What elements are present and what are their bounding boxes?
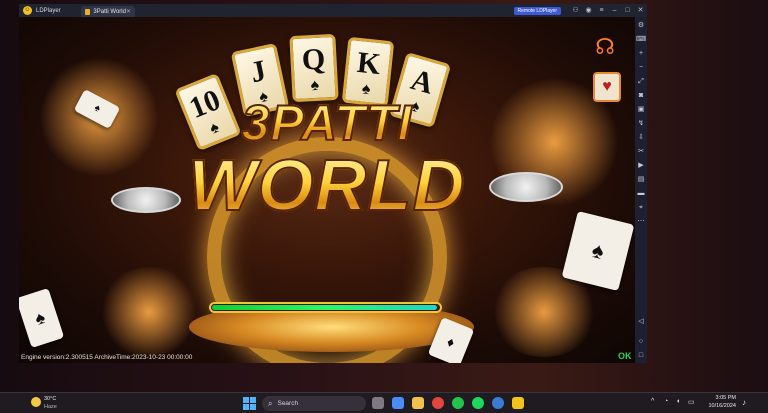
engine-version-text: Engine version:2.300515 ArchiveTime:2023… xyxy=(21,354,193,361)
search-icon: ⌕ xyxy=(268,398,273,408)
user-icon[interactable]: ◉ xyxy=(582,4,595,17)
logo-world: WORLD xyxy=(19,145,635,227)
playing-card-q: Q ♠ xyxy=(289,33,339,103)
light-glow xyxy=(99,267,199,357)
settings-icon[interactable]: ⚙ xyxy=(635,19,647,33)
location-icon[interactable]: ⌖ xyxy=(635,201,647,215)
windows-taskbar: 30°C Haze ⌕ Search ^ ◔ ◖ ▭ 3:05 PM 10/16… xyxy=(0,392,768,413)
ldplayer-logo-icon: ☺ xyxy=(23,6,32,15)
minimize-icon[interactable]: – xyxy=(608,4,621,17)
ok-status-text: OK xyxy=(618,351,632,361)
title-bar: ☺ LDPlayer 3Patti World ✕ Remote LDPlaye… xyxy=(19,4,647,17)
windows-start-icon[interactable] xyxy=(243,397,256,410)
recent-apps-icon[interactable]: □ xyxy=(635,349,647,363)
operation-record-icon[interactable]: ▣ xyxy=(635,103,647,117)
clock-time[interactable]: 3:05 PM xyxy=(706,395,736,401)
game-tab-icon xyxy=(85,8,91,15)
battery-icon[interactable]: ▭ xyxy=(688,398,695,406)
browser-icon[interactable] xyxy=(492,397,504,409)
ldplayer-taskbar-icon[interactable] xyxy=(512,397,524,409)
emulator-sidebar: ⚙ ⌨ + − ⤢ ◙ ▣ ↯ ⇩ ✂ ▶ ▤ ▬ ⌖ ⋯ ◁ ○ □ xyxy=(635,17,647,363)
weather-temperature[interactable]: 30°C xyxy=(44,396,56,402)
loading-progress-fill xyxy=(212,305,437,310)
chevron-up-icon[interactable]: ^ xyxy=(651,398,654,405)
record-video-icon[interactable]: ▶ xyxy=(635,159,647,173)
shake-icon[interactable]: ↯ xyxy=(635,117,647,131)
scissors-icon[interactable]: ✂ xyxy=(635,145,647,159)
whatsapp-icon[interactable] xyxy=(452,397,464,409)
back-icon[interactable]: ◁ xyxy=(635,315,647,329)
chrome-icon[interactable] xyxy=(432,397,444,409)
weather-description[interactable]: Haze xyxy=(44,404,57,410)
volume-icon[interactable]: ◖ xyxy=(676,398,680,405)
tab-close-icon[interactable]: ✕ xyxy=(126,8,131,15)
loading-progress-bar xyxy=(209,302,442,313)
cards-game-icon[interactable]: ♥ xyxy=(593,72,621,102)
floating-card-spade: ♠ xyxy=(19,288,65,348)
tab-3patti-world[interactable]: 3Patti World ✕ xyxy=(81,6,135,17)
file-explorer-icon[interactable] xyxy=(412,397,424,409)
tab-label: 3Patti World xyxy=(93,8,126,15)
spotify-icon[interactable] xyxy=(472,397,484,409)
maximize-icon[interactable]: □ xyxy=(621,4,634,17)
copilot-icon[interactable] xyxy=(392,397,404,409)
taskbar-search-box[interactable]: ⌕ Search xyxy=(262,396,366,411)
weather-sun-icon[interactable] xyxy=(31,397,41,407)
gamepad-icon[interactable]: ⚇ xyxy=(569,4,582,17)
emulator-window: ☺ LDPlayer 3Patti World ✕ Remote LDPlaye… xyxy=(19,4,647,363)
install-apk-icon[interactable]: ⇩ xyxy=(635,131,647,145)
app-name: LDPlayer xyxy=(36,7,61,14)
volume-down-icon[interactable]: − xyxy=(635,61,647,75)
game-screen[interactable]: 10♠ J♠ Q♠ K♠ A♠ 3PATTI WORLD ♠ ♠ ♠ ♦ ☊ ♥… xyxy=(19,17,635,363)
close-icon[interactable]: ✕ xyxy=(634,4,647,17)
customer-support-icon[interactable]: ☊ xyxy=(589,33,621,61)
keyboard-icon[interactable]: ⌨ xyxy=(635,33,647,47)
wifi-icon[interactable]: ◔ xyxy=(664,398,668,405)
task-view-icon[interactable] xyxy=(372,397,384,409)
menu-icon[interactable]: ≡ xyxy=(595,4,608,17)
multi-instance-icon[interactable]: ▤ xyxy=(635,173,647,187)
search-label: Search xyxy=(277,400,299,407)
notification-bell-icon[interactable]: ♪ xyxy=(742,398,746,407)
home-icon[interactable]: ○ xyxy=(635,335,647,349)
screenshot-icon[interactable]: ◙ xyxy=(635,89,647,103)
remote-ldplayer-button[interactable]: Remote LDPlayer xyxy=(513,6,561,15)
folder-icon[interactable]: ▬ xyxy=(635,187,647,201)
more-icon[interactable]: ⋯ xyxy=(635,215,647,229)
fullscreen-icon[interactable]: ⤢ xyxy=(635,75,647,89)
volume-up-icon[interactable]: + xyxy=(635,47,647,61)
clock-date[interactable]: 10/16/2024 xyxy=(700,403,736,409)
